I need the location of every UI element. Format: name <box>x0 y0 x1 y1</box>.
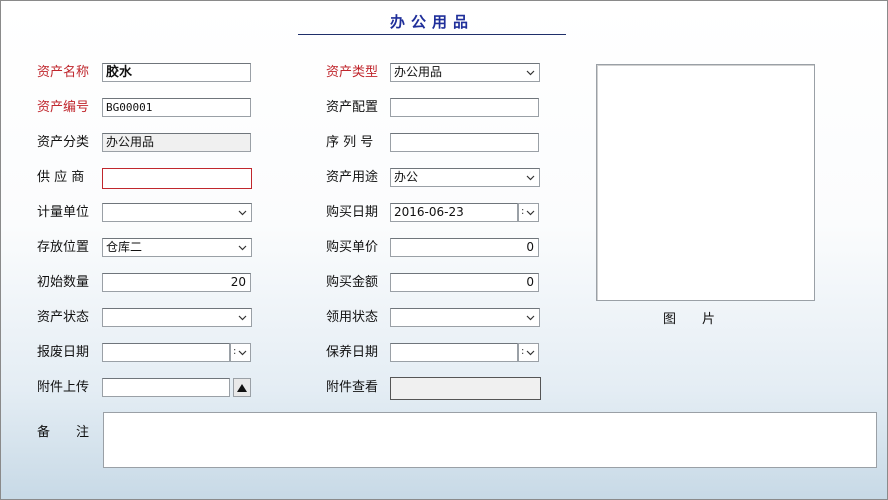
attachment-upload-label: 附件上传 <box>37 380 90 395</box>
claim-status-select[interactable] <box>390 308 540 327</box>
chevron-down-icon[interactable] <box>524 64 536 81</box>
chevron-down-icon[interactable] <box>524 309 536 326</box>
purchase-date-picker-button[interactable]: : <box>518 203 539 222</box>
asset-code-label: 资产编号 <box>37 100 90 115</box>
chevron-down-icon[interactable] <box>236 239 248 256</box>
remarks-label: 备 注 <box>37 425 90 440</box>
asset-name-label: 资产名称 <box>37 65 90 80</box>
asset-status-select[interactable] <box>102 308 252 327</box>
asset-code-input[interactable]: BG00001 <box>102 98 251 117</box>
purchase-date-input[interactable]: 2016-06-23 <box>390 203 518 222</box>
colon-glyph: : <box>521 206 525 217</box>
chevron-down-icon[interactable] <box>236 204 248 221</box>
unit-select[interactable] <box>102 203 252 222</box>
attachment-view-label: 附件查看 <box>326 380 379 395</box>
scrap-date-label: 报废日期 <box>37 345 90 360</box>
scrap-date-picker-button[interactable]: : <box>230 343 251 362</box>
scrap-date-input[interactable] <box>102 343 230 362</box>
supplier-label: 供 应 商 <box>37 170 85 185</box>
maintenance-date-picker-button[interactable]: : <box>518 343 539 362</box>
asset-type-label: 资产类型 <box>326 65 379 80</box>
chevron-down-icon[interactable] <box>524 169 536 186</box>
purchase-date-label: 购买日期 <box>326 205 379 220</box>
chevron-down-icon <box>526 350 535 355</box>
initial-qty-input[interactable]: 20 <box>102 273 251 292</box>
asset-use-select[interactable]: 办公 <box>390 168 540 187</box>
location-select[interactable]: 仓库二 <box>102 238 252 257</box>
amount-input[interactable]: 0 <box>390 273 539 292</box>
initial-qty-label: 初始数量 <box>37 275 90 290</box>
asset-config-input[interactable] <box>390 98 539 117</box>
triangle-up-icon <box>237 383 247 392</box>
asset-category-field: 办公用品 <box>102 133 251 152</box>
asset-use-value: 办公 <box>394 170 419 184</box>
picture-box[interactable] <box>596 64 815 301</box>
serial-no-input[interactable] <box>390 133 539 152</box>
amount-label: 购买金额 <box>326 275 379 290</box>
picture-label: 图 片 <box>663 312 716 327</box>
claim-status-label: 领用状态 <box>326 310 379 325</box>
asset-category-label: 资产分类 <box>37 135 90 150</box>
asset-type-select[interactable]: 办公用品 <box>390 63 540 82</box>
asset-name-input[interactable]: 胶水 <box>102 63 251 82</box>
maintenance-date-input[interactable] <box>390 343 518 362</box>
attachment-view-field[interactable] <box>390 377 541 400</box>
asset-status-label: 资产状态 <box>37 310 90 325</box>
maintenance-date-label: 保养日期 <box>326 345 379 360</box>
chevron-down-icon[interactable] <box>236 309 248 326</box>
attachment-upload-input[interactable] <box>102 378 230 397</box>
location-label: 存放位置 <box>37 240 90 255</box>
asset-config-label: 资产配置 <box>326 100 379 115</box>
page-title: 办公用品 <box>298 10 566 35</box>
unit-price-label: 购买单价 <box>326 240 379 255</box>
asset-type-value: 办公用品 <box>394 65 443 79</box>
unit-label: 计量单位 <box>37 205 90 220</box>
chevron-down-icon <box>526 210 535 215</box>
location-select-value: 仓库二 <box>106 240 143 254</box>
supplier-input[interactable] <box>102 168 252 189</box>
chevron-down-icon <box>238 350 247 355</box>
upload-button[interactable] <box>233 378 251 397</box>
unit-price-input[interactable]: 0 <box>390 238 539 257</box>
remarks-textarea[interactable] <box>103 412 877 468</box>
colon-glyph: : <box>521 346 525 357</box>
asset-use-label: 资产用途 <box>326 170 379 185</box>
colon-glyph: : <box>233 346 237 357</box>
serial-no-label: 序 列 号 <box>326 135 374 150</box>
